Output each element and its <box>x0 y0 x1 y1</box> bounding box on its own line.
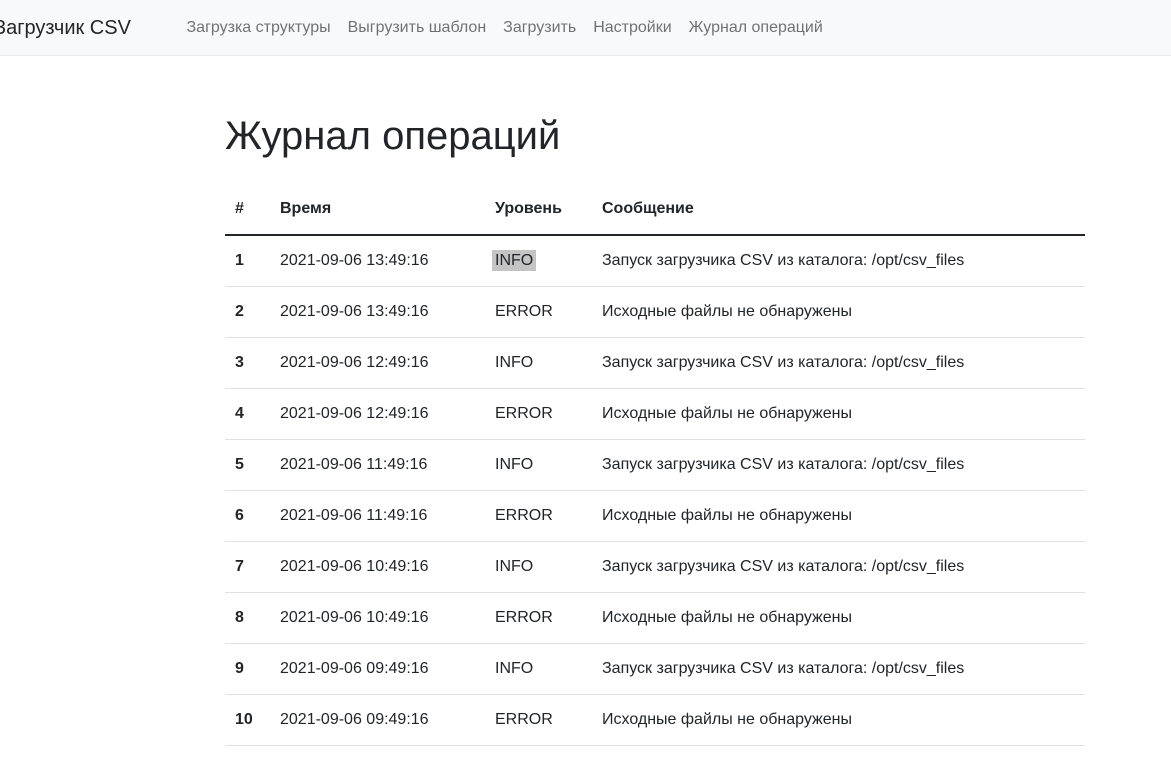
table-row: 5 2021-09-06 11:49:16 INFO Запуск загруз… <box>225 440 1085 491</box>
page-title: Журнал операций <box>225 112 1085 160</box>
cell-message: Запуск загрузчика CSV из каталога: /opt/… <box>592 338 1085 389</box>
log-table-body: 1 2021-09-06 13:49:16 INFO Запуск загруз… <box>225 235 1085 746</box>
table-row: 3 2021-09-06 12:49:16 INFO Запуск загруз… <box>225 338 1085 389</box>
main-content: Журнал операций # Время Уровень Сообщени… <box>225 112 1085 746</box>
cell-level: ERROR <box>485 695 592 746</box>
table-row: 10 2021-09-06 09:49:16 ERROR Исходные фа… <box>225 695 1085 746</box>
level-text: ERROR <box>495 711 553 728</box>
level-text: ERROR <box>495 609 553 626</box>
cell-message: Исходные файлы не обнаружены <box>592 389 1085 440</box>
row-number: 9 <box>225 644 270 695</box>
cell-message: Запуск загрузчика CSV из каталога: /opt/… <box>592 542 1085 593</box>
cell-message: Запуск загрузчика CSV из каталога: /opt/… <box>592 644 1085 695</box>
cell-time: 2021-09-06 12:49:16 <box>270 338 485 389</box>
level-text: INFO <box>492 250 536 271</box>
navbar-brand[interactable]: Загрузчик CSV <box>0 0 131 56</box>
cell-level: ERROR <box>485 389 592 440</box>
cell-level: INFO <box>485 440 592 491</box>
row-number: 10 <box>225 695 270 746</box>
cell-level: INFO <box>485 542 592 593</box>
cell-time: 2021-09-06 11:49:16 <box>270 491 485 542</box>
navbar-menu: Загрузка структуры Выгрузить шаблон Загр… <box>178 0 831 56</box>
cell-level: ERROR <box>485 491 592 542</box>
nav-item-structure-load[interactable]: Загрузка структуры <box>178 11 339 45</box>
navbar: Загрузчик CSV Загрузка структуры Выгрузи… <box>0 0 1171 56</box>
column-header-message: Сообщение <box>592 184 1085 235</box>
level-text: INFO <box>495 558 533 575</box>
cell-time: 2021-09-06 10:49:16 <box>270 593 485 644</box>
row-number: 8 <box>225 593 270 644</box>
cell-message: Запуск загрузчика CSV из каталога: /opt/… <box>592 235 1085 287</box>
nav-item-settings[interactable]: Настройки <box>585 11 680 45</box>
row-number: 7 <box>225 542 270 593</box>
cell-message: Исходные файлы не обнаружены <box>592 593 1085 644</box>
cell-level: INFO <box>485 338 592 389</box>
cell-level: INFO <box>485 235 592 287</box>
cell-level: ERROR <box>485 593 592 644</box>
cell-time: 2021-09-06 09:49:16 <box>270 644 485 695</box>
column-header-number: # <box>225 184 270 235</box>
cell-time: 2021-09-06 12:49:16 <box>270 389 485 440</box>
row-number: 6 <box>225 491 270 542</box>
nav-item-upload[interactable]: Загрузить <box>495 11 585 45</box>
level-text: ERROR <box>495 303 553 320</box>
nav-item-export-template[interactable]: Выгрузить шаблон <box>339 11 495 45</box>
cell-level: INFO <box>485 644 592 695</box>
cell-time: 2021-09-06 11:49:16 <box>270 440 485 491</box>
cell-message: Запуск загрузчика CSV из каталога: /opt/… <box>592 440 1085 491</box>
cell-time: 2021-09-06 13:49:16 <box>270 287 485 338</box>
table-row: 8 2021-09-06 10:49:16 ERROR Исходные фай… <box>225 593 1085 644</box>
level-text: INFO <box>495 354 533 371</box>
level-text: ERROR <box>495 507 553 524</box>
level-text: INFO <box>495 456 533 473</box>
row-number: 2 <box>225 287 270 338</box>
column-header-time: Время <box>270 184 485 235</box>
cell-time: 2021-09-06 09:49:16 <box>270 695 485 746</box>
cell-message: Исходные файлы не обнаружены <box>592 287 1085 338</box>
log-table-header: # Время Уровень Сообщение <box>225 184 1085 235</box>
row-number: 5 <box>225 440 270 491</box>
row-number: 1 <box>225 235 270 287</box>
table-row: 2 2021-09-06 13:49:16 ERROR Исходные фай… <box>225 287 1085 338</box>
cell-message: Исходные файлы не обнаружены <box>592 695 1085 746</box>
level-text: ERROR <box>495 405 553 422</box>
log-table: # Время Уровень Сообщение 1 2021-09-06 1… <box>225 184 1085 746</box>
row-number: 3 <box>225 338 270 389</box>
cell-level: ERROR <box>485 287 592 338</box>
row-number: 4 <box>225 389 270 440</box>
nav-item-operations-log[interactable]: Журнал операций <box>680 11 831 45</box>
table-row: 4 2021-09-06 12:49:16 ERROR Исходные фай… <box>225 389 1085 440</box>
table-row: 1 2021-09-06 13:49:16 INFO Запуск загруз… <box>225 235 1085 287</box>
column-header-level: Уровень <box>485 184 592 235</box>
table-row: 6 2021-09-06 11:49:16 ERROR Исходные фай… <box>225 491 1085 542</box>
level-text: INFO <box>495 660 533 677</box>
cell-message: Исходные файлы не обнаружены <box>592 491 1085 542</box>
cell-time: 2021-09-06 13:49:16 <box>270 235 485 287</box>
table-row: 9 2021-09-06 09:49:16 INFO Запуск загруз… <box>225 644 1085 695</box>
table-row: 7 2021-09-06 10:49:16 INFO Запуск загруз… <box>225 542 1085 593</box>
cell-time: 2021-09-06 10:49:16 <box>270 542 485 593</box>
